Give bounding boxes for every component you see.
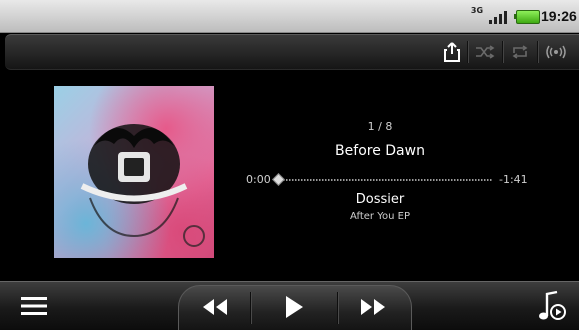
shuffle-icon	[476, 45, 495, 59]
seek-bar[interactable]	[280, 179, 493, 181]
status-bar: 3G 19:26	[0, 0, 579, 33]
previous-button[interactable]	[182, 286, 248, 328]
menu-button[interactable]	[6, 288, 62, 324]
signal-strength-icon	[489, 11, 507, 24]
album-art-image	[80, 124, 205, 247]
player-toolbar	[5, 34, 579, 70]
elapsed-time: 0:00	[246, 173, 271, 186]
share-button[interactable]	[437, 35, 467, 69]
repeat-button[interactable]	[505, 35, 535, 69]
album-art[interactable]	[54, 86, 214, 258]
next-button[interactable]	[340, 286, 406, 328]
song-title: Before Dawn	[335, 143, 425, 159]
play-button[interactable]	[253, 286, 335, 328]
repeat-icon	[512, 45, 528, 59]
status-time: 19:26	[541, 8, 577, 24]
network-type-label: 3G	[470, 6, 484, 15]
album-name: After You EP	[350, 211, 410, 222]
network-type-icon: 3G	[470, 6, 484, 26]
play-icon	[286, 296, 303, 318]
seek-thumb[interactable]	[272, 173, 285, 186]
shuffle-button[interactable]	[470, 35, 500, 69]
menu-icon	[21, 297, 47, 315]
previous-icon	[203, 299, 227, 315]
music-library-button[interactable]	[528, 286, 576, 326]
share-icon	[444, 42, 460, 62]
music-library-icon	[539, 290, 566, 320]
next-icon	[361, 299, 385, 315]
wireless-icon	[546, 45, 566, 59]
artist-name: Dossier	[355, 192, 405, 207]
battery-icon	[514, 10, 540, 24]
wireless-button[interactable]	[541, 35, 571, 69]
remaining-time: -1:41	[499, 173, 528, 186]
track-counter: 1 / 8	[367, 120, 393, 133]
